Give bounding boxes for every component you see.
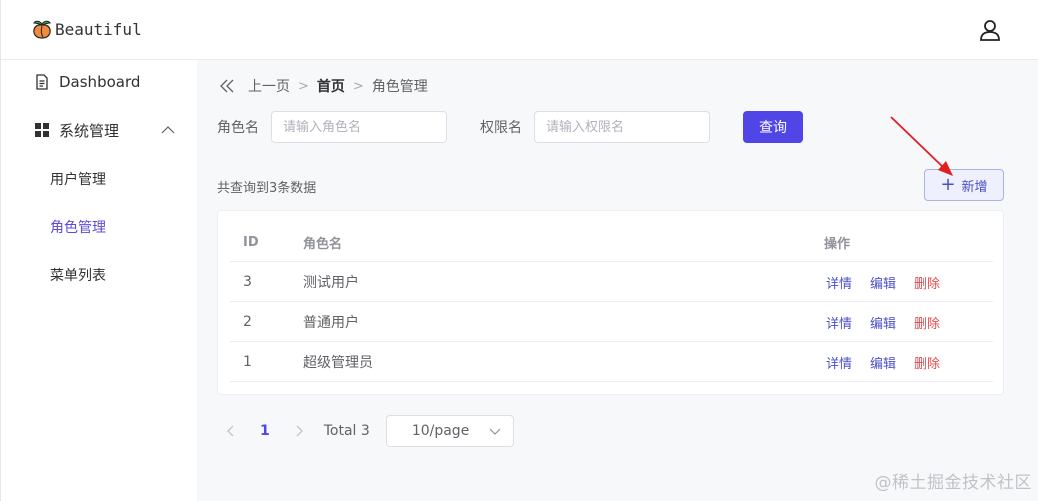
brand-name: Beautiful (55, 19, 142, 39)
breadcrumb-current: 角色管理 (371, 79, 428, 95)
page-number-current[interactable]: 1 (260, 423, 270, 439)
plus-icon: + (940, 174, 956, 195)
detail-link[interactable]: 详情 (826, 353, 852, 372)
pagination: 1 Total 3 10/page (224, 415, 514, 447)
permission-label: 权限名 (480, 120, 522, 136)
sidebar-subitem-label: 菜单列表 (50, 268, 106, 284)
cell-name: 超级管理员 (303, 355, 373, 371)
result-count-prefix: 共查询到 (217, 181, 270, 196)
table-row: 2 普通用户 详情 编辑 删除 (230, 302, 993, 342)
user-icon[interactable] (978, 18, 1002, 42)
add-button[interactable]: + 新增 (924, 169, 1004, 201)
role-label: 角色名 (217, 120, 259, 136)
sidebar-subitem-menus[interactable]: 菜单列表 (1, 255, 198, 295)
page-size-value: 10/page (411, 423, 470, 439)
breadcrumb-separator: > (298, 78, 309, 94)
add-button-label: 新增 (961, 179, 988, 195)
role-filter: 角色名 (217, 111, 447, 143)
chevron-up-icon[interactable] (161, 123, 175, 137)
sidebar-subitem-label: 角色管理 (50, 220, 106, 236)
app-root: Beautiful Dashboard 系统管理 用户管理 角色管理 菜单列表 … (0, 0, 1038, 501)
prev-page-icon[interactable] (224, 424, 238, 438)
delete-link[interactable]: 删除 (914, 353, 940, 372)
table-header-row: ID 角色名 操作 (230, 222, 993, 262)
sidebar-item-system[interactable]: 系统管理 (1, 108, 198, 152)
cell-id: 1 (243, 354, 252, 370)
double-chevron-left-icon[interactable] (220, 79, 234, 93)
sidebar: Dashboard 系统管理 用户管理 角色管理 菜单列表 (0, 60, 197, 501)
breadcrumb-separator: > (352, 78, 364, 94)
detail-link[interactable]: 详情 (826, 313, 852, 332)
cell-id: 3 (243, 274, 252, 290)
sidebar-item-label: Dashboard (59, 73, 141, 91)
cell-id: 2 (243, 314, 252, 330)
table-row: 1 超级管理员 详情 编辑 删除 (230, 342, 993, 382)
sidebar-item-label: 系统管理 (59, 121, 120, 140)
delete-link[interactable]: 删除 (914, 313, 940, 332)
cell-actions: 详情 编辑 删除 (826, 342, 958, 382)
roles-table: ID 角色名 操作 3 测试用户 详情 编辑 删除 2 普通用户 详情 编辑 删… (217, 210, 1004, 395)
pagination-total: Total 3 (323, 423, 370, 439)
edit-link[interactable]: 编辑 (870, 353, 896, 372)
breadcrumb: 上一页 > 首页 > 角色管理 (220, 76, 428, 96)
result-count: 共查询到3条数据 (217, 177, 316, 196)
cell-actions: 详情 编辑 删除 (826, 302, 958, 342)
permission-filter: 权限名 (480, 111, 710, 143)
edit-link[interactable]: 编辑 (870, 313, 896, 332)
sidebar-subitem-users[interactable]: 用户管理 (1, 159, 198, 199)
edit-link[interactable]: 编辑 (870, 273, 896, 292)
result-count-suffix: 条数据 (277, 181, 317, 196)
logo[interactable]: Beautiful (31, 18, 142, 40)
delete-link[interactable]: 删除 (914, 273, 940, 292)
document-icon (36, 74, 48, 90)
grid-icon (35, 123, 49, 137)
sidebar-item-dashboard[interactable]: Dashboard (1, 60, 198, 104)
breadcrumb-home[interactable]: 首页 (317, 76, 345, 96)
breadcrumb-back[interactable]: 上一页 (248, 76, 290, 96)
permission-input[interactable] (534, 111, 710, 143)
column-header-actions: 操作 (824, 236, 851, 252)
detail-link[interactable]: 详情 (826, 273, 852, 292)
role-input[interactable] (271, 111, 447, 143)
chevron-down-icon (489, 428, 501, 435)
cell-name: 测试用户 (303, 275, 359, 291)
table-row: 3 测试用户 详情 编辑 删除 (230, 262, 993, 302)
cell-name: 普通用户 (303, 315, 359, 331)
watermark: @稀土掘金技术社区 (874, 473, 1032, 493)
sidebar-subitem-label: 用户管理 (50, 172, 106, 188)
next-page-icon[interactable] (292, 424, 306, 438)
column-header-id: ID (243, 234, 259, 250)
main-content: 上一页 > 首页 > 角色管理 角色名 权限名 查询 共查询到3条数据 + 新增… (197, 60, 1038, 501)
page-size-select[interactable]: 10/page (385, 415, 514, 447)
peach-icon (33, 20, 51, 39)
sidebar-subitem-roles[interactable]: 角色管理 (1, 207, 198, 247)
query-button[interactable]: 查询 (743, 111, 803, 143)
cell-actions: 详情 编辑 删除 (826, 262, 958, 302)
top-header: Beautiful (0, 0, 1038, 60)
column-header-name: 角色名 (303, 236, 343, 252)
